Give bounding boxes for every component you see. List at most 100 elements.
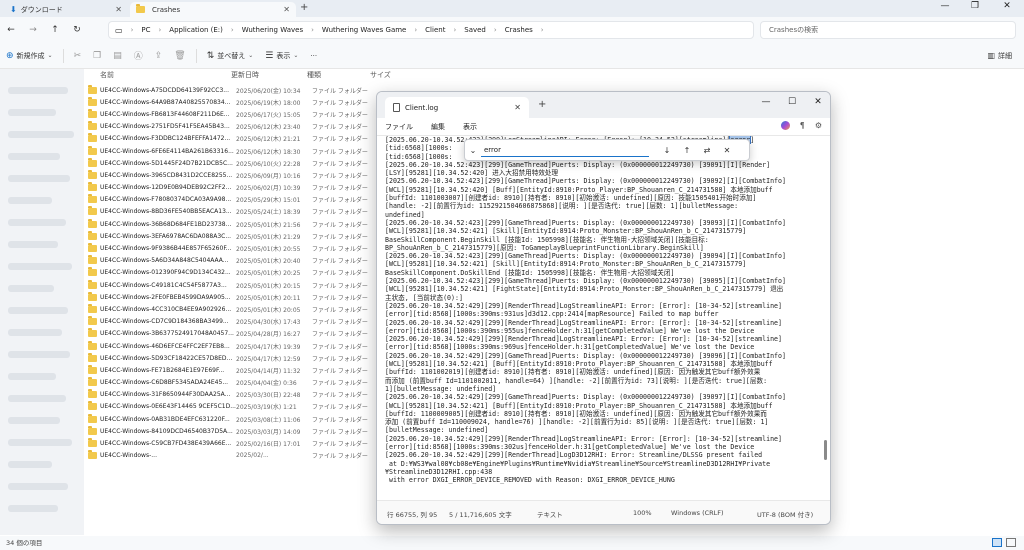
tab-client-log[interactable]: Client.log ✕ <box>385 97 529 118</box>
file-row[interactable]: UE4CC-Windows-31F8650944F30DAA25A... 2025… <box>88 389 380 401</box>
maximize-icon[interactable]: ☐ <box>779 97 805 107</box>
menu-edit[interactable]: 編集 <box>431 122 445 132</box>
share-button[interactable]: ⇪ <box>149 51 169 61</box>
file-row[interactable]: UE4CC-Windows-36B68D684FE1BD23738... 2025… <box>88 218 380 230</box>
new-button[interactable]: ⊕ 新規作成 ⌄ <box>0 51 59 61</box>
breadcrumb-saved[interactable]: Saved <box>464 26 486 34</box>
scrollbar-thumb[interactable] <box>824 440 827 460</box>
file-row[interactable]: UE4CC-Windows-FB6813F44608F211D6E... 2025… <box>88 108 380 120</box>
file-row[interactable]: UE4CC-Windows-12D9E0B94DEB92C2FF2... 2025… <box>88 182 380 194</box>
cut-button[interactable]: ✂ <box>68 51 88 61</box>
file-row[interactable]: UE4CC-Windows-5D1445F24D7B21DCB5C... 2025… <box>88 157 380 169</box>
view-button[interactable]: ☰ 表示 ⌄ <box>259 51 304 61</box>
copy-button[interactable]: ❐ <box>87 51 107 61</box>
close-icon[interactable]: ✕ <box>283 5 290 14</box>
expand-replace-icon[interactable]: ⌄ <box>465 146 481 155</box>
file-row[interactable]: UE4CC-Windows-3965CD8431D2CCE8255... 2025… <box>88 169 380 181</box>
tiles-view-icon[interactable] <box>1006 538 1016 547</box>
breadcrumb-game[interactable]: Wuthering Waves Game <box>322 26 406 34</box>
file-row[interactable]: UE4CC-Windows-46D6EFCE4FFC2EF7EB8... 2025… <box>88 340 380 352</box>
file-row[interactable]: UE4CC-Windows-2FE0FBEB4599DA9A905... 2025… <box>88 291 380 303</box>
delete-button[interactable]: 🗑 <box>168 51 191 61</box>
copilot-icon[interactable] <box>780 121 790 130</box>
sort-button[interactable]: ⇅ 並べ替え ⌄ <box>201 51 260 61</box>
file-row[interactable]: UE4CC-Windows-C59CB7FD438E439A66E... 2025… <box>88 437 380 449</box>
close-find-icon[interactable]: ✕ <box>717 146 737 155</box>
file-row[interactable]: UE4CC-Windows-84109DCD46540B37D5A... 2025… <box>88 425 380 437</box>
file-row[interactable]: UE4CC-Windows-3EFA6978AC6DA088A3C... 2025… <box>88 230 380 242</box>
back-icon[interactable]: ← <box>0 25 22 35</box>
breadcrumb-wuthering-waves[interactable]: Wuthering Waves <box>242 26 303 34</box>
new-tab-icon[interactable]: + <box>538 99 546 110</box>
tab-crashes[interactable]: Crashes ✕ <box>130 2 296 17</box>
file-row[interactable]: UE4CC-Windows-A75DCDD64139F92CC3... 2025/… <box>88 84 380 96</box>
file-type: ファイル フォルダー <box>312 99 368 107</box>
folder-icon <box>88 84 97 94</box>
file-row[interactable]: UE4CC-Windows-6FE6E4114BA261B63316... 202… <box>88 145 380 157</box>
file-row[interactable]: UE4CC-Windows-64A9B87A40825570834... 2025… <box>88 96 380 108</box>
file-row[interactable]: UE4CC-Windows-9F9386B44E857F65260F... 202… <box>88 242 380 254</box>
rename-button[interactable]: Ⓐ <box>128 49 149 62</box>
close-icon[interactable]: ✕ <box>115 5 122 14</box>
more-button[interactable]: ··· <box>304 52 323 60</box>
file-row[interactable]: UE4CC-Windows-8BD36FE540BB5EACA13... 2025… <box>88 206 380 218</box>
file-type: ファイル フォルダー <box>312 136 368 144</box>
details-view-icon[interactable] <box>992 538 1002 547</box>
folder-icon <box>88 340 97 350</box>
column-header-size[interactable]: サイズ <box>370 70 391 80</box>
forward-icon[interactable]: → <box>22 25 44 35</box>
settings-icon[interactable]: ⚙ <box>815 121 822 130</box>
file-row[interactable]: UE4CC-Windows-0E6E43F14465 9CEF5C1D... 20… <box>88 401 380 413</box>
maximize-icon[interactable]: ❐ <box>962 1 988 11</box>
close-window-icon[interactable]: ✕ <box>805 97 830 107</box>
menu-file[interactable]: ファイル <box>385 122 413 132</box>
up-icon[interactable]: ↑ <box>44 25 66 35</box>
file-row[interactable]: UE4CC-Windows-4CC310CB4EE9A902926... 2025… <box>88 303 380 315</box>
file-row[interactable]: UE4CC-Windows-F3DDBC124BFEFFA1472... 2025… <box>88 133 380 145</box>
file-row[interactable]: UE4CC-Windows-5D93CF18422CE57D8ED... 2025… <box>88 352 380 364</box>
refresh-icon[interactable]: ↻ <box>66 25 88 35</box>
column-header-date[interactable]: 更新日時 <box>231 70 259 80</box>
file-row[interactable]: UE4CC-Windows-012390F94C9D134C432... 2025… <box>88 267 380 279</box>
file-row[interactable]: UE4CC-Windows-CD7C9D184368BA3499... 2025/… <box>88 316 380 328</box>
find-previous-icon[interactable]: ↑ <box>677 146 697 155</box>
minimize-icon[interactable]: — <box>753 97 779 107</box>
breadcrumb-pc[interactable]: PC <box>141 26 150 34</box>
navigation-pane[interactable] <box>0 69 84 535</box>
minimize-icon[interactable]: — <box>932 1 958 11</box>
details-button[interactable]: ▥ 詳細 <box>981 51 1018 61</box>
breadcrumb-drive[interactable]: Application (E:) <box>169 26 223 34</box>
tab-downloads[interactable]: ⬇ ダウンロード ✕ <box>4 2 128 17</box>
column-header-type[interactable]: 種類 <box>307 70 321 80</box>
file-row[interactable]: UE4CC-Windows-... 2025/02/... ファイル フォルダー <box>88 450 380 462</box>
file-row[interactable]: UE4CC-Windows-C49181C4C54F5877A3... 2025/… <box>88 279 380 291</box>
breadcrumb-client[interactable]: Client <box>425 26 445 34</box>
file-row[interactable]: UE4CC-Windows-C6D8BF5345ADA24E45... 2025/… <box>88 377 380 389</box>
notepad-menu-bar: ファイル 編集 表示 ¶ ⚙ <box>377 118 830 136</box>
folder-icon <box>88 169 97 179</box>
find-next-icon[interactable]: ↓ <box>657 146 677 155</box>
file-row[interactable]: UE4CC-Windows-0AB31BDE4EFC631220F... 2025… <box>88 413 380 425</box>
file-row[interactable]: UE4CC-Windows-2751FD5F41F5EA45B43... 2025… <box>88 121 380 133</box>
file-row[interactable]: UE4CC-Windows-F78080374DCA03A9A98... 2025… <box>88 194 380 206</box>
format-icon[interactable]: ¶ <box>800 121 805 130</box>
breadcrumb-crashes[interactable]: Crashes <box>505 26 533 34</box>
file-row[interactable]: UE4CC-Windows-FE71B2684E1E97E69F... 2025/… <box>88 364 380 376</box>
close-window-icon[interactable]: ✕ <box>994 1 1020 11</box>
sort-icon: ⇅ <box>206 50 215 61</box>
text-editor[interactable]: [2025.06.20-10.34.52:423][299]LogStreaml… <box>377 136 818 502</box>
download-icon: ⬇ <box>10 5 17 14</box>
file-row[interactable]: UE4CC-Windows-5A6D34A848C5404AAA... 2025/… <box>88 255 380 267</box>
new-tab-icon[interactable]: + <box>300 2 308 13</box>
find-options-icon[interactable]: ⇄ <box>697 146 717 155</box>
zoom-level: 100% <box>633 509 652 517</box>
file-row[interactable]: UE4CC-Windows-3B6377524917048A0457... 202… <box>88 328 380 340</box>
column-header-name[interactable]: 名前 <box>100 70 114 80</box>
find-input[interactable] <box>481 143 649 157</box>
search-input[interactable]: Crashesの検索 <box>760 21 1016 39</box>
menu-view[interactable]: 表示 <box>463 122 477 132</box>
breadcrumb[interactable]: ▭ › PC › Application (E:) › Wuthering Wa… <box>108 21 754 39</box>
monitor-icon: ▭ <box>115 25 123 35</box>
close-icon[interactable]: ✕ <box>514 103 521 112</box>
paste-button[interactable]: ▤ <box>107 51 128 61</box>
